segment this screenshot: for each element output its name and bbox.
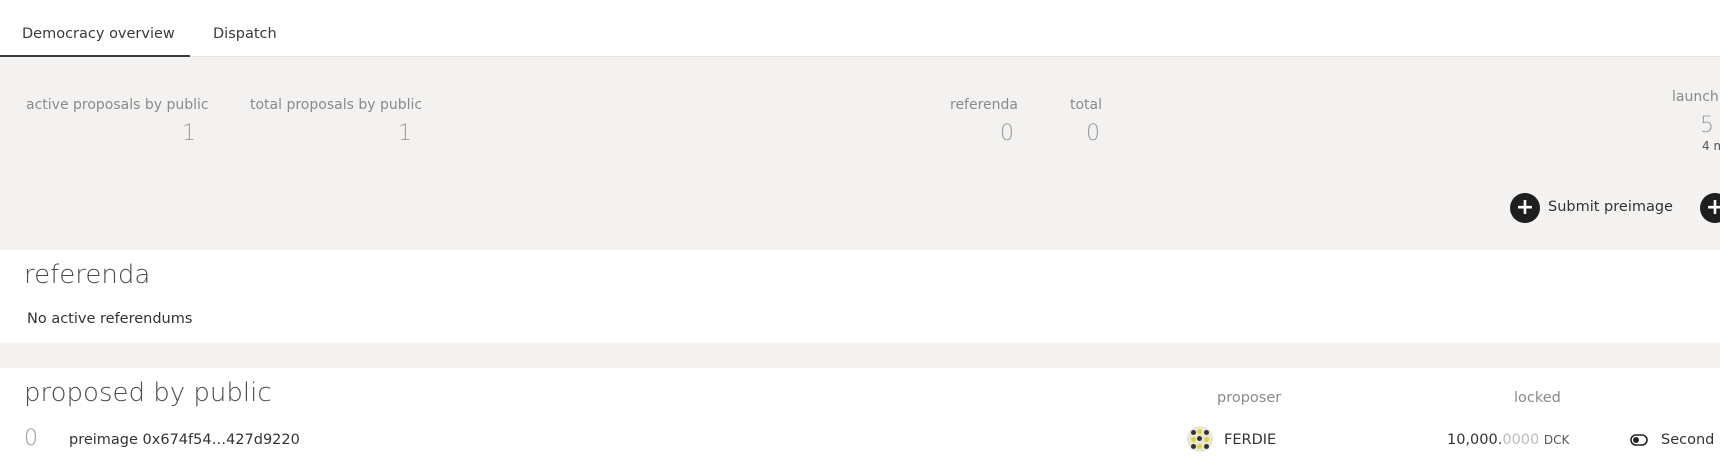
locked-amount: 10,000.0000 DCK <box>1447 432 1569 448</box>
second-button-label[interactable]: Second <box>1661 432 1714 448</box>
total-value: 0 <box>1086 121 1100 146</box>
submit-proposal-plus-icon[interactable]: + <box>1700 193 1720 223</box>
referenda-label: referenda <box>950 97 1019 113</box>
proposer-name[interactable]: FERDIE <box>1224 432 1276 448</box>
launch-subtext: 4 m <box>1702 139 1720 153</box>
submit-preimage-plus-icon[interactable]: + <box>1510 193 1540 223</box>
locked-amount-integer: 10,000. <box>1447 432 1503 448</box>
total-label: total <box>1070 97 1103 113</box>
no-referenda-message: No active referendums <box>27 311 193 327</box>
locked-amount-fraction: 0000 <box>1502 432 1540 448</box>
public-proposals-section: proposed by public proposer locked <box>0 368 1720 466</box>
public-proposals-title: proposed by public <box>24 378 272 408</box>
locked-column-header: locked <box>1514 390 1561 406</box>
summary-panel: active proposals by public 1 total propo… <box>0 57 1720 250</box>
proposer-column-header: proposer <box>1217 390 1282 406</box>
toggle-icon <box>1630 434 1648 446</box>
tab-democracy-overview[interactable]: Democracy overview <box>22 26 175 42</box>
active-proposals-value: 1 <box>182 121 196 146</box>
referenda-value: 0 <box>1000 121 1014 146</box>
total-proposals-value: 1 <box>398 121 412 146</box>
active-proposals-label: active proposals by public <box>26 97 209 113</box>
total-proposals-label: total proposals by public <box>250 97 423 113</box>
proposer-avatar-icon[interactable] <box>1187 426 1213 452</box>
proposal-preimage[interactable]: preimage 0x674f54…427d9220 <box>69 432 300 448</box>
tab-dispatch[interactable]: Dispatch <box>213 26 277 42</box>
referenda-section: referenda No active referendums <box>0 250 1720 343</box>
locked-amount-unit: DCK <box>1543 433 1570 447</box>
submit-preimage-button[interactable]: Submit preimage <box>1548 199 1673 215</box>
referenda-title: referenda <box>24 260 151 290</box>
launch-value: 5 <box>1700 113 1714 138</box>
proposal-index: 0 <box>24 426 38 451</box>
launch-label: launch <box>1672 89 1719 105</box>
tab-bar: Democracy overview Dispatch <box>0 0 1720 57</box>
